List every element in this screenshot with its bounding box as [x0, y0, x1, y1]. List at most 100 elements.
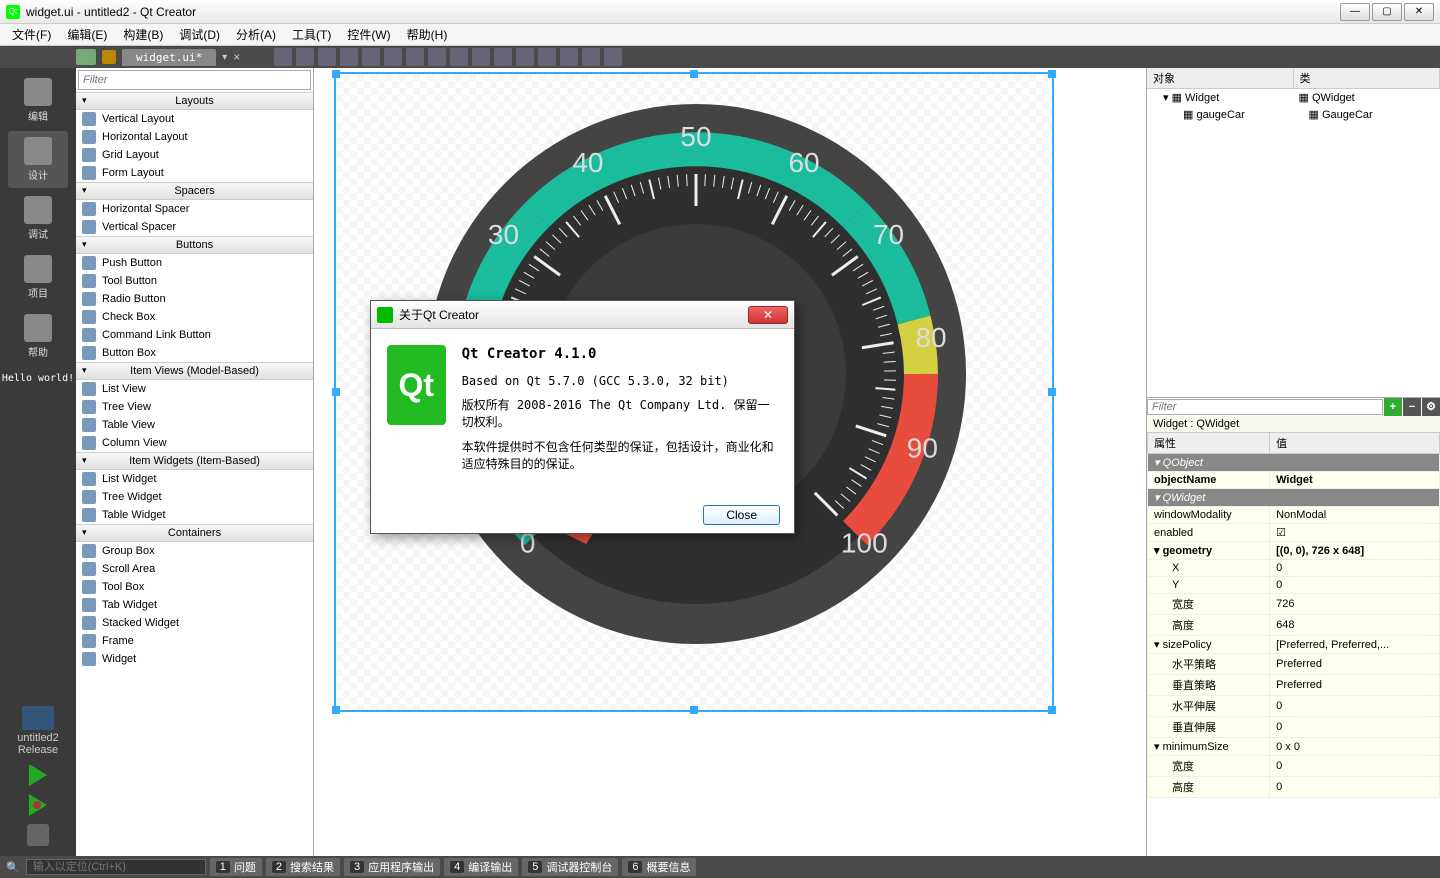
resize-handle[interactable] [690, 706, 698, 714]
widgetbox-item[interactable]: Frame [76, 632, 313, 650]
widgetbox-item[interactable]: Widget [76, 650, 313, 668]
debug-run-button[interactable] [29, 794, 47, 816]
toolbar-button[interactable] [318, 48, 336, 66]
widgetbox-item[interactable]: Tree View [76, 398, 313, 416]
widgetbox-item[interactable]: Push Button [76, 254, 313, 272]
widgetbox-item[interactable]: Scroll Area [76, 560, 313, 578]
property-row[interactable]: ▾ QWidget [1148, 489, 1440, 507]
tab-dropdown-icon[interactable]: ▾ [222, 52, 227, 63]
object-row[interactable]: ▦ gaugeCar▦ GaugeCar [1147, 106, 1440, 123]
toolbar-button[interactable] [472, 48, 490, 66]
mode-编辑[interactable]: 编辑 [8, 72, 68, 129]
resize-handle[interactable] [332, 70, 340, 78]
property-row[interactable]: ▾ QObject [1148, 454, 1440, 472]
toolbar-button[interactable] [582, 48, 600, 66]
widgetbox-category[interactable]: Item Widgets (Item-Based) [76, 452, 313, 470]
toolbar-button[interactable] [560, 48, 578, 66]
property-row[interactable]: 高度648 [1148, 615, 1440, 636]
toolbar-button[interactable] [296, 48, 314, 66]
locator-input[interactable] [26, 859, 206, 875]
widgetbox-item[interactable]: Button Box [76, 344, 313, 362]
build-button[interactable] [27, 824, 49, 846]
widgetbox-category[interactable]: Layouts [76, 92, 313, 110]
widgetbox-item[interactable]: Radio Button [76, 290, 313, 308]
editor-tab[interactable]: widget.ui* [122, 49, 216, 66]
dialog-close-button[interactable]: ✕ [748, 306, 788, 324]
toolbar-button[interactable] [494, 48, 512, 66]
property-row[interactable]: ▾ geometry[(0, 0), 726 x 648] [1148, 542, 1440, 560]
property-row[interactable]: 宽度726 [1148, 594, 1440, 615]
widgetbox-item[interactable]: Vertical Layout [76, 110, 313, 128]
widgetbox-item[interactable]: Group Box [76, 542, 313, 560]
tab-close-icon[interactable]: × [233, 50, 240, 64]
widgetbox-category[interactable]: Buttons [76, 236, 313, 254]
property-row[interactable]: 水平伸展0 [1148, 696, 1440, 717]
widgetbox-item[interactable]: Vertical Spacer [76, 218, 313, 236]
run-button[interactable] [29, 764, 47, 786]
widgetbox-item[interactable]: Grid Layout [76, 146, 313, 164]
object-inspector[interactable]: 对象 类 ▾ ▦ Widget▦ QWidget▦ gaugeCar▦ Gaug… [1147, 68, 1440, 398]
output-pane-tab[interactable]: 3应用程序输出 [344, 858, 440, 876]
property-row[interactable]: 垂直伸展0 [1148, 717, 1440, 738]
property-row[interactable]: Y0 [1148, 577, 1440, 594]
back-icon[interactable] [76, 49, 96, 65]
widgetbox-item[interactable]: Form Layout [76, 164, 313, 182]
toolbar-button[interactable] [384, 48, 402, 66]
dialog-titlebar[interactable]: 关于Qt Creator ✕ [371, 301, 794, 329]
resize-handle[interactable] [1048, 706, 1056, 714]
widgetbox-item[interactable]: Tool Button [76, 272, 313, 290]
widgetbox-category[interactable]: Containers [76, 524, 313, 542]
widgetbox-item[interactable]: List Widget [76, 470, 313, 488]
object-row[interactable]: ▾ ▦ Widget▦ QWidget [1147, 89, 1440, 106]
add-property-button[interactable]: + [1384, 398, 1402, 416]
property-row[interactable]: ▾ sizePolicy[Preferred, Preferred,... [1148, 636, 1440, 654]
widgetbox-item[interactable]: Horizontal Layout [76, 128, 313, 146]
toolbar-button[interactable] [428, 48, 446, 66]
menu-item[interactable]: 分析(A) [228, 24, 284, 45]
close-button[interactable]: ✕ [1404, 3, 1434, 21]
property-row[interactable]: 宽度0 [1148, 756, 1440, 777]
minimize-button[interactable]: — [1340, 3, 1370, 21]
output-pane-tab[interactable]: 2搜索结果 [266, 858, 340, 876]
menu-item[interactable]: 帮助(H) [399, 24, 456, 45]
remove-property-button[interactable]: − [1403, 398, 1421, 416]
property-row[interactable]: X0 [1148, 560, 1440, 577]
widgetbox-item[interactable]: Check Box [76, 308, 313, 326]
output-pane-tab[interactable]: 6概要信息 [622, 858, 696, 876]
toolbar-button[interactable] [274, 48, 292, 66]
mode-项目[interactable]: 项目 [8, 249, 68, 306]
property-row[interactable]: ▾ minimumSize0 x 0 [1148, 738, 1440, 756]
widgetbox-item[interactable]: Command Link Button [76, 326, 313, 344]
widgetbox-item[interactable]: Table View [76, 416, 313, 434]
menu-item[interactable]: 文件(F) [4, 24, 59, 45]
toolbar-button[interactable] [340, 48, 358, 66]
property-row[interactable]: 垂直策略Preferred [1148, 675, 1440, 696]
property-row[interactable]: windowModalityNonModal [1148, 507, 1440, 524]
resize-handle[interactable] [332, 388, 340, 396]
mode-调试[interactable]: 调试 [8, 190, 68, 247]
widgetbox-item[interactable]: List View [76, 380, 313, 398]
property-editor[interactable]: + − ⚙ Widget : QWidget 属性值 ▾ QObjectobje… [1147, 398, 1440, 856]
toolbar-button[interactable] [516, 48, 534, 66]
menu-item[interactable]: 控件(W) [339, 24, 398, 45]
menu-item[interactable]: 调试(D) [171, 24, 228, 45]
search-icon[interactable]: 🔍 [6, 861, 20, 874]
target-selector[interactable]: untitled2 Release [17, 706, 59, 756]
menu-item[interactable]: 工具(T) [284, 24, 339, 45]
toolbar-button[interactable] [538, 48, 556, 66]
output-pane-tab[interactable]: 1问题 [210, 858, 262, 876]
toolbar-button[interactable] [450, 48, 468, 66]
property-filter[interactable] [1147, 399, 1383, 415]
property-row[interactable]: objectNameWidget [1148, 472, 1440, 489]
widgetbox-item[interactable]: Column View [76, 434, 313, 452]
output-pane-tab[interactable]: 5调试器控制台 [522, 858, 618, 876]
toolbar-button[interactable] [362, 48, 380, 66]
widgetbox-category[interactable]: Spacers [76, 182, 313, 200]
widgetbox-category[interactable]: Item Views (Model-Based) [76, 362, 313, 380]
widgetbox-item[interactable]: Tool Box [76, 578, 313, 596]
widgetbox-item[interactable]: Tab Widget [76, 596, 313, 614]
property-row[interactable]: 水平策略Preferred [1148, 654, 1440, 675]
property-menu-button[interactable]: ⚙ [1422, 398, 1440, 416]
mode-帮助[interactable]: 帮助 [8, 308, 68, 365]
resize-handle[interactable] [690, 70, 698, 78]
